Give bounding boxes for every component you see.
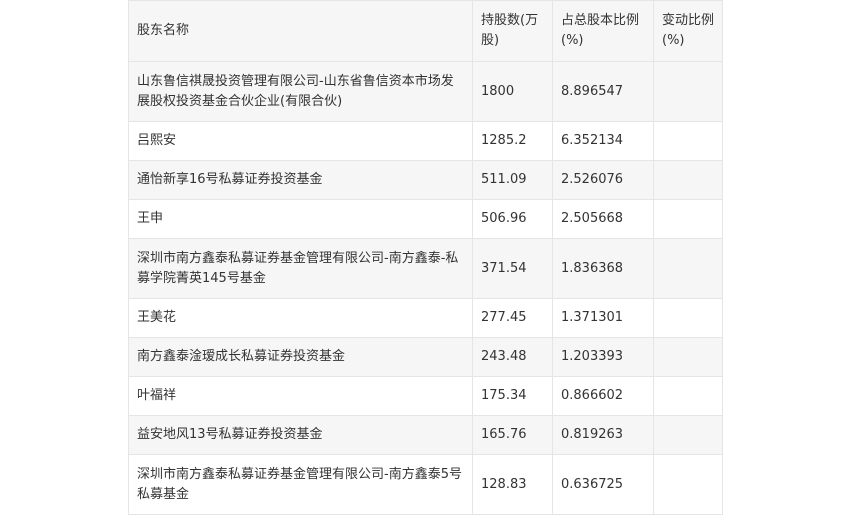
cell-shares: 165.76 xyxy=(472,415,553,455)
header-ratio: 占总股本比例(%) xyxy=(552,0,654,62)
table-row: 南方鑫泰淦瑷成长私募证券投资基金 243.48 1.203393 xyxy=(128,337,723,377)
cell-ratio: 1.371301 xyxy=(552,298,654,338)
cell-shares: 243.48 xyxy=(472,337,553,377)
header-shares: 持股数(万股) xyxy=(472,0,553,62)
cell-ratio: 8.896547 xyxy=(552,61,654,122)
cell-shares: 511.09 xyxy=(472,160,553,200)
table-header-row: 股东名称 持股数(万股) 占总股本比例(%) 变动比例(%) xyxy=(128,0,723,62)
table-row: 益安地风13号私募证券投资基金 165.76 0.819263 xyxy=(128,415,723,455)
cell-ratio: 0.636725 xyxy=(552,454,654,515)
cell-ratio: 0.866602 xyxy=(552,376,654,416)
cell-change xyxy=(653,160,723,200)
cell-shares: 1800 xyxy=(472,61,553,122)
cell-shareholder-name: 吕熙安 xyxy=(128,121,473,161)
table-row: 深圳市南方鑫泰私募证券基金管理有限公司-南方鑫泰5号私募基金 128.83 0.… xyxy=(128,454,723,515)
cell-shareholder-name: 南方鑫泰淦瑷成长私募证券投资基金 xyxy=(128,337,473,377)
cell-ratio: 1.836368 xyxy=(552,238,654,299)
cell-change xyxy=(653,454,723,515)
cell-shares: 175.34 xyxy=(472,376,553,416)
shareholder-table-container: 股东名称 持股数(万股) 占总股本比例(%) 变动比例(%) 山东鲁信祺晟投资管… xyxy=(128,0,723,515)
cell-shareholder-name: 通怡新享16号私募证券投资基金 xyxy=(128,160,473,200)
cell-shares: 371.54 xyxy=(472,238,553,299)
cell-ratio: 1.203393 xyxy=(552,337,654,377)
table-row: 王美花 277.45 1.371301 xyxy=(128,298,723,338)
cell-change xyxy=(653,199,723,239)
table-row: 山东鲁信祺晟投资管理有限公司-山东省鲁信资本市场发展股权投资基金合伙企业(有限合… xyxy=(128,61,723,122)
cell-shareholder-name: 山东鲁信祺晟投资管理有限公司-山东省鲁信资本市场发展股权投资基金合伙企业(有限合… xyxy=(128,61,473,122)
header-change: 变动比例(%) xyxy=(653,0,723,62)
cell-shares: 1285.2 xyxy=(472,121,553,161)
shareholder-table: 股东名称 持股数(万股) 占总股本比例(%) 变动比例(%) 山东鲁信祺晟投资管… xyxy=(128,0,723,515)
cell-ratio: 2.526076 xyxy=(552,160,654,200)
cell-change xyxy=(653,298,723,338)
cell-change xyxy=(653,415,723,455)
cell-ratio: 6.352134 xyxy=(552,121,654,161)
cell-change xyxy=(653,376,723,416)
cell-shareholder-name: 王申 xyxy=(128,199,473,239)
cell-ratio: 2.505668 xyxy=(552,199,654,239)
cell-change xyxy=(653,121,723,161)
table-row: 叶福祥 175.34 0.866602 xyxy=(128,376,723,416)
cell-ratio: 0.819263 xyxy=(552,415,654,455)
table-row: 王申 506.96 2.505668 xyxy=(128,199,723,239)
cell-shareholder-name: 益安地风13号私募证券投资基金 xyxy=(128,415,473,455)
cell-shareholder-name: 叶福祥 xyxy=(128,376,473,416)
cell-shareholder-name: 王美花 xyxy=(128,298,473,338)
cell-shares: 128.83 xyxy=(472,454,553,515)
cell-change xyxy=(653,238,723,299)
header-shareholder-name: 股东名称 xyxy=(128,0,473,62)
table-row: 通怡新享16号私募证券投资基金 511.09 2.526076 xyxy=(128,160,723,200)
cell-shares: 277.45 xyxy=(472,298,553,338)
table-row: 吕熙安 1285.2 6.352134 xyxy=(128,121,723,161)
cell-shares: 506.96 xyxy=(472,199,553,239)
table-row: 深圳市南方鑫泰私募证券基金管理有限公司-南方鑫泰-私募学院菁英145号基金 37… xyxy=(128,238,723,299)
cell-change xyxy=(653,61,723,122)
cell-change xyxy=(653,337,723,377)
cell-shareholder-name: 深圳市南方鑫泰私募证券基金管理有限公司-南方鑫泰-私募学院菁英145号基金 xyxy=(128,238,473,299)
cell-shareholder-name: 深圳市南方鑫泰私募证券基金管理有限公司-南方鑫泰5号私募基金 xyxy=(128,454,473,515)
